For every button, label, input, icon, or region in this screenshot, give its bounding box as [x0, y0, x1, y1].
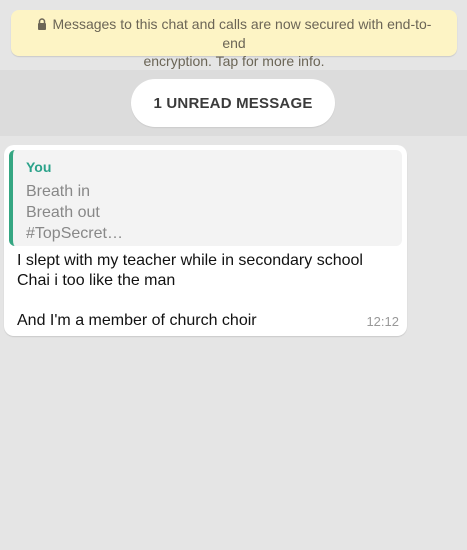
message-timestamp: 12:12: [366, 314, 399, 329]
encryption-notice-line-2: encryption. Tap for more info.: [143, 53, 325, 69]
message-line: I slept with my teacher while in seconda…: [17, 252, 363, 269]
unread-messages-badge: 1 UNREAD MESSAGE: [131, 79, 335, 127]
quoted-line: #TopSecret…: [26, 225, 123, 242]
quoted-message[interactable]: You Breath in Breath out #TopSecret…: [9, 150, 402, 246]
encryption-notice[interactable]: Messages to this chat and calls are now …: [11, 10, 457, 69]
unread-messages-label: 1 UNREAD MESSAGE: [153, 94, 313, 112]
message-line: Chai i too like the man: [17, 272, 176, 289]
quoted-author: You: [26, 159, 52, 175]
encryption-notice-line-1: Messages to this chat and calls are now …: [52, 16, 432, 51]
message-bubble[interactable]: You Breath in Breath out #TopSecret… I s…: [4, 145, 407, 336]
quoted-line: Breath in: [26, 183, 91, 200]
message-line: [17, 291, 402, 311]
quoted-line: Breath out: [26, 204, 100, 221]
message-line: And I'm a member of church choir: [17, 312, 257, 329]
lock-icon: [37, 16, 47, 34]
message-text: I slept with my teacher while in seconda…: [17, 251, 402, 331]
